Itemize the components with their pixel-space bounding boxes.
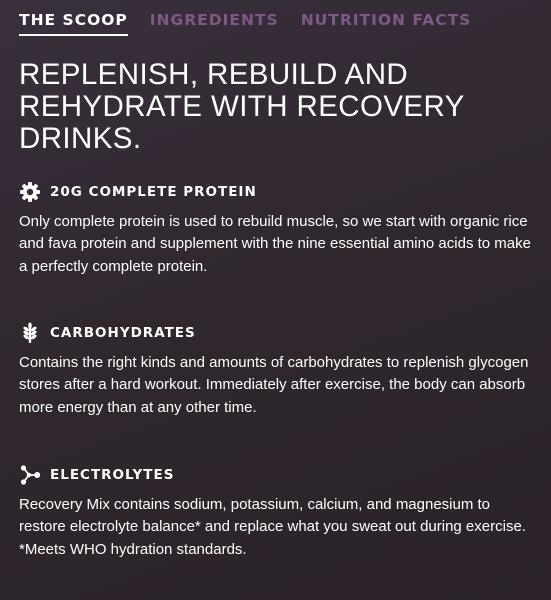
section-title: ELECTROLYTES <box>50 467 175 483</box>
section-header: CARBOHYDRATES <box>19 322 539 344</box>
section-title: 20G COMPLETE PROTEIN <box>50 184 257 200</box>
section-protein: 20G COMPLETE PROTEIN Only complete prote… <box>19 181 539 278</box>
tab-ingredients[interactable]: INGREDIENTS <box>150 10 279 36</box>
section-carbohydrates: CARBOHYDRATES Contains the right kinds a… <box>19 322 539 419</box>
wheat-icon <box>19 322 41 344</box>
tab-bar: THE SCOOP INGREDIENTS NUTRITION FACTS <box>19 10 471 36</box>
section-header: 20G COMPLETE PROTEIN <box>19 181 539 203</box>
section-electrolytes: ELECTROLYTES Recovery Mix contains sodiu… <box>19 464 539 561</box>
tab-the-scoop[interactable]: THE SCOOP <box>19 10 128 36</box>
section-header: ELECTROLYTES <box>19 464 539 486</box>
section-body: Recovery Mix contains sodium, potassium,… <box>19 496 526 558</box>
section-body: Only complete protein is used to rebuild… <box>19 213 531 275</box>
gear-icon <box>19 181 41 203</box>
section-body: Contains the right kinds and amounts of … <box>19 354 529 416</box>
page-headline: REPLENISH, REBUILD AND REHYDRATE WITH RE… <box>19 58 465 155</box>
molecule-icon <box>19 464 41 486</box>
tab-nutrition-facts[interactable]: NUTRITION FACTS <box>301 10 472 36</box>
section-title: CARBOHYDRATES <box>50 325 196 341</box>
